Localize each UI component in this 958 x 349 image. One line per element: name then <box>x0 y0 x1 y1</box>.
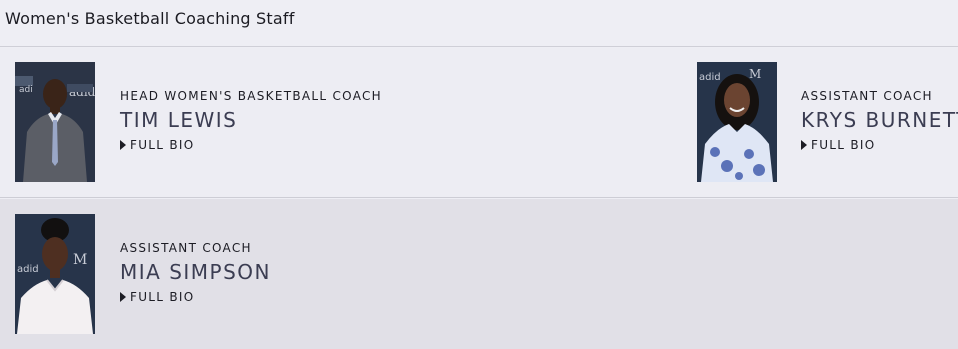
coach-photo-tim-lewis[interactable]: adi adidas <box>15 62 95 182</box>
full-bio-label: Full Bio <box>130 290 195 304</box>
coach-photo-krys-burnett[interactable]: adid M <box>697 62 777 182</box>
coach-card-tim-lewis: Head Women's Basketball Coach Tim Lewis … <box>120 89 382 152</box>
coach-name[interactable]: Tim Lewis <box>120 108 382 132</box>
coach-role: Assistant Coach <box>801 89 933 103</box>
coach-photo-mia-simpson[interactable]: adid M <box>15 214 95 334</box>
coach-role: Head Women's Basketball Coach <box>120 89 383 103</box>
staff-row: adi adidas Head Women's Basketball Coach… <box>0 48 958 198</box>
svg-text:adid: adid <box>17 264 39 275</box>
full-bio-label: Full Bio <box>811 138 876 152</box>
full-bio-label: Full Bio <box>130 138 195 152</box>
full-bio-link[interactable]: Full Bio <box>120 290 271 304</box>
caret-right-icon <box>120 140 126 150</box>
svg-text:adi: adi <box>19 85 33 95</box>
caret-right-icon <box>120 292 126 302</box>
staff-row: adid M Assistant Coach Mia Simpson Full … <box>0 199 958 349</box>
caret-right-icon <box>801 140 807 150</box>
coach-name[interactable]: Krys Burnett <box>801 108 958 132</box>
coach-card-mia-simpson: Assistant Coach Mia Simpson Full Bio <box>120 241 271 304</box>
coach-card-krys-burnett: Assistant Coach Krys Burnett Full Bio <box>801 89 958 152</box>
page-title: Women's Basketball Coaching Staff <box>5 9 295 28</box>
coach-role: Assistant Coach <box>120 241 252 255</box>
full-bio-link[interactable]: Full Bio <box>801 138 958 152</box>
svg-text:M: M <box>73 252 87 268</box>
full-bio-link[interactable]: Full Bio <box>120 138 382 152</box>
svg-text:adid: adid <box>699 72 721 83</box>
svg-text:M: M <box>749 67 761 81</box>
staff-header: Women's Basketball Coaching Staff <box>0 0 958 47</box>
coach-name[interactable]: Mia Simpson <box>120 260 271 284</box>
